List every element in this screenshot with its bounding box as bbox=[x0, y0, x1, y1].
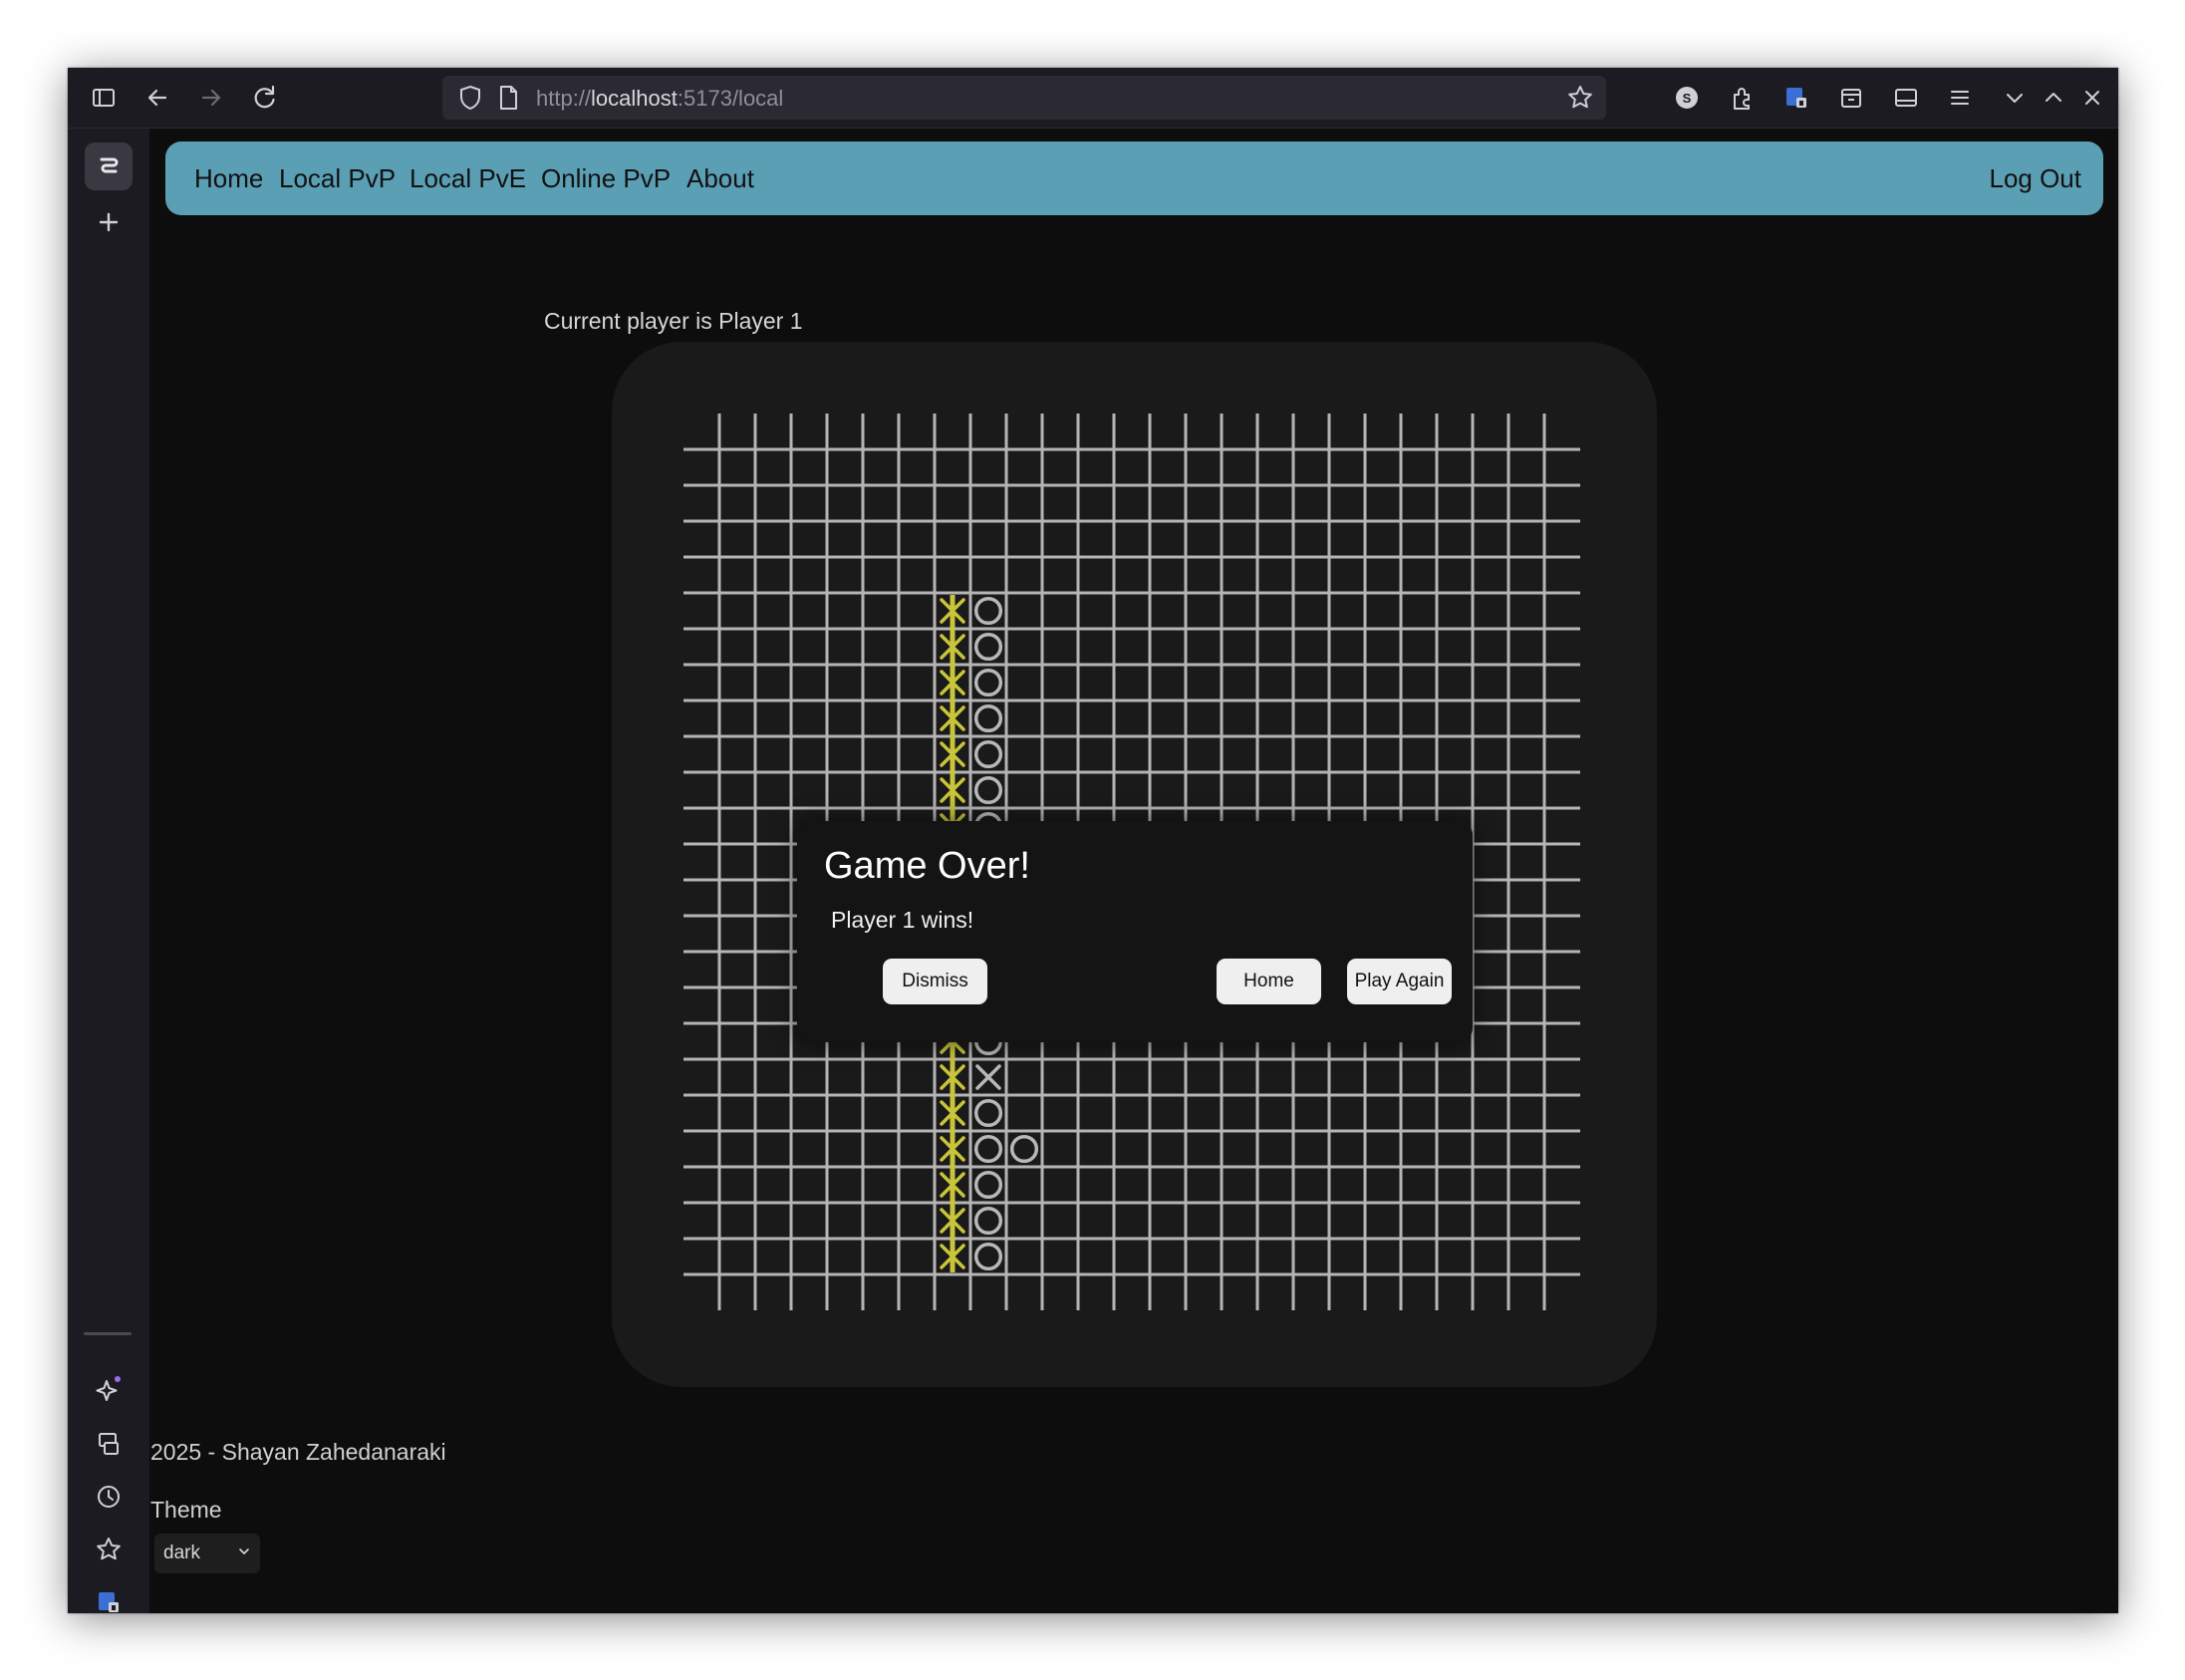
account-icon[interactable]: S bbox=[1671, 82, 1703, 114]
nav-local-pvp[interactable]: Local PvP bbox=[279, 163, 396, 194]
o-mark bbox=[973, 1242, 1003, 1271]
close-icon[interactable] bbox=[2076, 82, 2108, 114]
url-text[interactable]: http://localhost:5173/local bbox=[536, 86, 783, 112]
sidebar-toggle-icon[interactable] bbox=[88, 82, 120, 114]
container-icon[interactable] bbox=[1835, 82, 1867, 114]
nav-online-pvp[interactable]: Online PvP bbox=[541, 163, 671, 194]
history-icon[interactable] bbox=[85, 1473, 133, 1521]
current-player-status: Current player is Player 1 bbox=[544, 308, 803, 334]
game-over-modal: Game Over! Player 1 wins! Dismiss Home P… bbox=[797, 821, 1473, 1042]
bookmarks-icon[interactable] bbox=[85, 1526, 133, 1573]
reader-view-icon[interactable] bbox=[1890, 82, 1922, 114]
footer-credit: 2025 - Shayan Zahedanaraki bbox=[150, 1439, 446, 1465]
forward-icon[interactable] bbox=[195, 82, 227, 114]
browser-toolbar: http://localhost:5173/local S bbox=[68, 68, 2118, 129]
o-mark bbox=[973, 596, 1003, 626]
browser-sidebar bbox=[68, 129, 149, 1613]
nav-about[interactable]: About bbox=[686, 163, 754, 194]
o-mark bbox=[973, 1098, 1003, 1128]
bookmark-star-icon[interactable] bbox=[1564, 82, 1596, 114]
sidebar-divider bbox=[84, 1332, 132, 1335]
o-mark bbox=[973, 775, 1003, 805]
bitwarden-sidebar-icon[interactable] bbox=[85, 1578, 133, 1613]
theme-select[interactable]: dark bbox=[154, 1534, 260, 1573]
theme-select-value: dark bbox=[163, 1542, 200, 1563]
app-logo-icon[interactable] bbox=[85, 142, 133, 190]
maximize-icon[interactable] bbox=[2038, 82, 2069, 114]
o-mark bbox=[973, 1206, 1003, 1236]
o-mark bbox=[973, 703, 1003, 733]
o-mark bbox=[973, 632, 1003, 662]
add-icon[interactable] bbox=[85, 198, 133, 246]
dismiss-button[interactable]: Dismiss bbox=[883, 959, 987, 1004]
url-scheme: http:// bbox=[536, 86, 592, 111]
site-navbar: Home Local PvP Local PvE Online PvP Abou… bbox=[165, 141, 2103, 215]
page-content: Home Local PvP Local PvE Online PvP Abou… bbox=[150, 129, 2118, 1613]
url-host: localhost bbox=[591, 86, 678, 111]
extensions-icon[interactable] bbox=[1726, 82, 1758, 114]
back-icon[interactable] bbox=[141, 82, 173, 114]
modal-title: Game Over! bbox=[824, 845, 1030, 887]
menu-icon[interactable] bbox=[1944, 82, 1976, 114]
chevron-down-icon bbox=[239, 1548, 249, 1554]
nav-home[interactable]: Home bbox=[194, 163, 263, 194]
theme-label: Theme bbox=[150, 1497, 222, 1523]
browser-window: http://localhost:5173/local S Home Local… bbox=[68, 68, 2118, 1613]
reload-icon[interactable] bbox=[249, 82, 281, 114]
o-mark bbox=[973, 739, 1003, 769]
bitwarden-icon[interactable] bbox=[1780, 82, 1812, 114]
chevron-down-icon[interactable] bbox=[1999, 82, 2031, 114]
page-icon bbox=[492, 82, 524, 114]
play-again-button[interactable]: Play Again bbox=[1347, 959, 1452, 1004]
o-mark bbox=[973, 668, 1003, 698]
url-path: :5173/local bbox=[677, 86, 784, 111]
logout-link[interactable]: Log Out bbox=[1989, 163, 2081, 194]
o-mark bbox=[1009, 1134, 1039, 1164]
synced-tabs-icon[interactable] bbox=[85, 1420, 133, 1468]
o-mark bbox=[973, 1134, 1003, 1164]
shield-icon[interactable] bbox=[454, 82, 486, 114]
svg-text:S: S bbox=[1683, 91, 1692, 106]
x-mark bbox=[975, 1064, 1001, 1090]
ai-sparkle-icon[interactable] bbox=[85, 1367, 133, 1415]
home-button[interactable]: Home bbox=[1217, 959, 1321, 1004]
o-mark bbox=[973, 1170, 1003, 1200]
nav-local-pve[interactable]: Local PvE bbox=[410, 163, 526, 194]
url-bar[interactable]: http://localhost:5173/local bbox=[442, 76, 1606, 120]
modal-message: Player 1 wins! bbox=[831, 907, 974, 933]
